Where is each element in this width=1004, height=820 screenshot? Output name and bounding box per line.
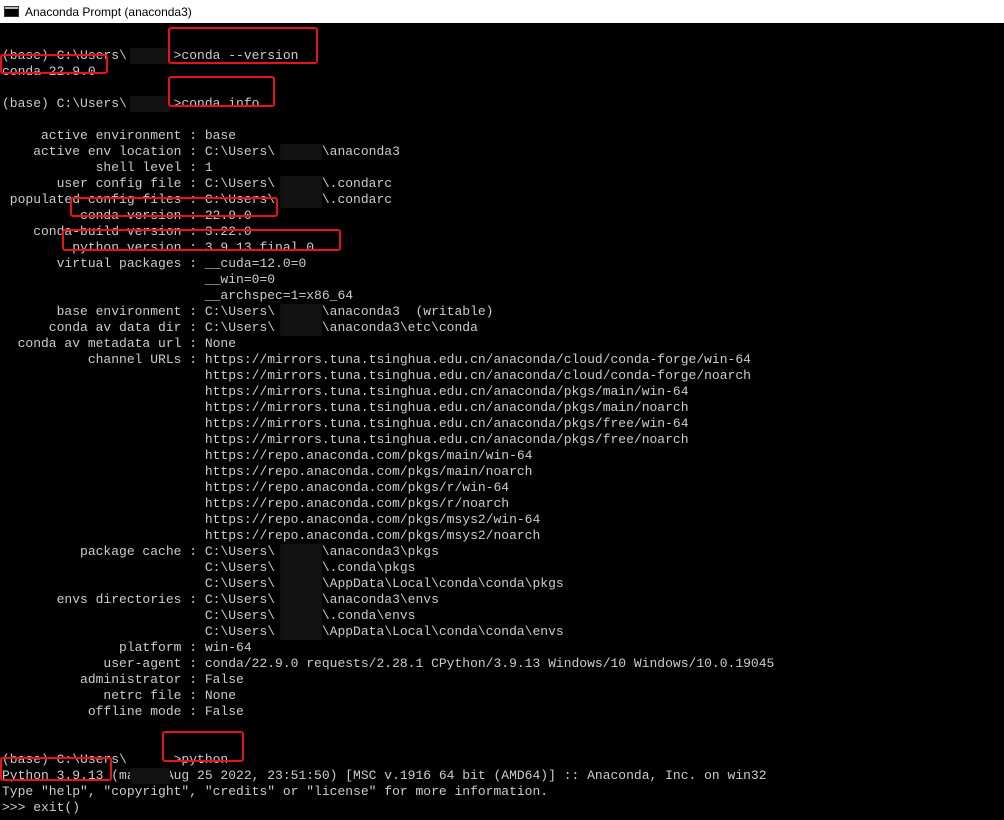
console-line: platform : win-64 xyxy=(2,640,252,655)
console-line: https://repo.anaconda.com/pkgs/main/win-… xyxy=(2,448,533,463)
redacted-username xyxy=(280,144,322,160)
redacted-username xyxy=(280,624,322,640)
highlight-box xyxy=(162,731,244,762)
redacted-username xyxy=(130,768,170,784)
console-window-icon xyxy=(4,6,19,17)
console-line: https://repo.anaconda.com/pkgs/r/win-64 xyxy=(2,480,510,495)
console-line: envs directories : C:\Users\ \anaconda3\… xyxy=(2,592,439,607)
console-line: Type "help", "copyright", "credits" or "… xyxy=(2,784,549,799)
console-line: conda av data dir : C:\Users\ \anaconda3… xyxy=(2,320,478,335)
redacted-username xyxy=(280,192,322,208)
console-line: virtual packages : __cuda=12.0=0 xyxy=(2,256,307,271)
console-line: package cache : C:\Users\ \anaconda3\pkg… xyxy=(2,544,439,559)
console-line: https://mirrors.tuna.tsinghua.edu.cn/ana… xyxy=(2,368,751,383)
redacted-username xyxy=(280,608,322,624)
console-line: https://mirrors.tuna.tsinghua.edu.cn/ana… xyxy=(2,384,689,399)
redacted-username xyxy=(280,176,322,192)
highlight-box xyxy=(0,54,108,74)
highlight-box xyxy=(0,757,112,781)
console-line: user-agent : conda/22.9.0 requests/2.28.… xyxy=(2,656,775,671)
console-line: https://repo.anaconda.com/pkgs/msys2/noa… xyxy=(2,528,541,543)
console-line: base environment : C:\Users\ \anaconda3 … xyxy=(2,304,494,319)
console-line: user config file : C:\Users\ \.condarc xyxy=(2,176,393,191)
console-line: __win=0=0 xyxy=(2,272,276,287)
window-title-bar[interactable]: Anaconda Prompt (anaconda3) xyxy=(0,0,1004,23)
highlight-box xyxy=(168,27,318,64)
console-line: active environment : base xyxy=(2,128,237,143)
console-line: https://repo.anaconda.com/pkgs/msys2/win… xyxy=(2,512,541,527)
highlight-box xyxy=(168,76,275,107)
redacted-username xyxy=(130,48,170,64)
console-line: >>> exit() xyxy=(2,800,81,815)
highlight-box xyxy=(70,197,278,217)
console-line: https://mirrors.tuna.tsinghua.edu.cn/ana… xyxy=(2,432,689,447)
console-line: __archspec=1=x86_64 xyxy=(2,288,354,303)
console-line: https://mirrors.tuna.tsinghua.edu.cn/ana… xyxy=(2,416,689,431)
console-line: https://repo.anaconda.com/pkgs/r/noarch xyxy=(2,496,510,511)
redacted-username xyxy=(280,592,322,608)
console-line: offline mode : False xyxy=(2,704,244,719)
highlight-box xyxy=(62,229,341,251)
redacted-username xyxy=(280,576,322,592)
console-line: conda av metadata url : None xyxy=(2,336,237,351)
console-line: https://mirrors.tuna.tsinghua.edu.cn/ana… xyxy=(2,400,689,415)
console-line: https://repo.anaconda.com/pkgs/main/noar… xyxy=(2,464,533,479)
redacted-username xyxy=(280,320,322,336)
redacted-username xyxy=(280,560,322,576)
console-output[interactable]: (base) C:\Users\ >conda --version conda 2… xyxy=(0,23,1004,820)
console-line: Python 3.9.13 (main, Aug 25 2022, 23:51:… xyxy=(2,768,767,783)
console-line: administrator : False xyxy=(2,672,244,687)
console-line: shell level : 1 xyxy=(2,160,213,175)
redacted-username xyxy=(130,96,170,112)
redacted-username xyxy=(280,304,322,320)
console-line: netrc file : None xyxy=(2,688,237,703)
redacted-username xyxy=(280,544,322,560)
window-title: Anaconda Prompt (anaconda3) xyxy=(25,4,192,19)
console-line: C:\Users\ \.conda\envs xyxy=(2,608,416,623)
console-line: channel URLs : https://mirrors.tuna.tsin… xyxy=(2,352,751,367)
console-line: C:\Users\ \.conda\pkgs xyxy=(2,560,416,575)
console-line: active env location : C:\Users\ \anacond… xyxy=(2,144,400,159)
